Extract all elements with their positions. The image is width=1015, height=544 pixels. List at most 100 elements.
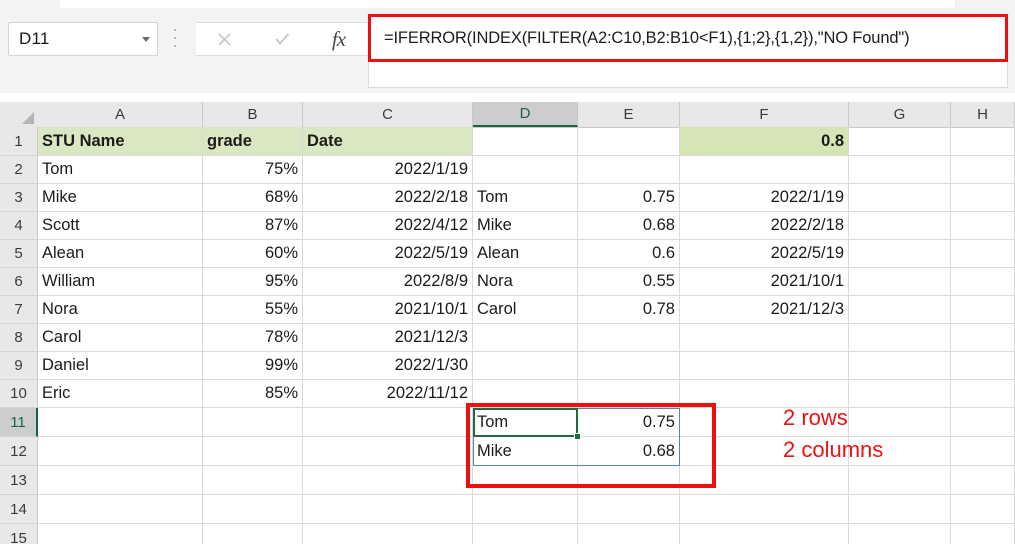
cell-H1[interactable] bbox=[951, 127, 1015, 156]
cell-E5[interactable]: 0.6 bbox=[578, 240, 680, 268]
cell-E12[interactable]: 0.68 bbox=[578, 437, 680, 466]
cell-A8[interactable]: Carol bbox=[38, 324, 203, 352]
row-header-15[interactable]: 15 bbox=[0, 524, 38, 544]
cell-C4[interactable]: 2022/4/12 bbox=[303, 212, 473, 240]
column-header-H[interactable]: H bbox=[951, 102, 1015, 127]
cell-D12[interactable]: Mike bbox=[473, 437, 578, 466]
formula-bar-grip[interactable] bbox=[172, 29, 178, 47]
cell-F9[interactable] bbox=[680, 352, 849, 380]
cell-C2[interactable]: 2022/1/19 bbox=[303, 156, 473, 184]
row-header-12[interactable]: 12 bbox=[0, 437, 38, 466]
cell-E13[interactable] bbox=[578, 466, 680, 495]
cell-C15[interactable] bbox=[303, 524, 473, 544]
row-header-14[interactable]: 14 bbox=[0, 495, 38, 524]
cell-C10[interactable]: 2022/11/12 bbox=[303, 380, 473, 408]
cell-A11[interactable] bbox=[38, 408, 203, 437]
cell-G8[interactable] bbox=[849, 324, 951, 352]
cell-A1[interactable]: STU Name bbox=[38, 127, 203, 156]
cell-H13[interactable] bbox=[951, 466, 1015, 495]
row-header-8[interactable]: 8 bbox=[0, 324, 38, 352]
cell-D7[interactable]: Carol bbox=[473, 296, 578, 324]
formula-input[interactable]: =IFERROR(INDEX(FILTER(A2:C10,B2:B10<F1),… bbox=[368, 14, 1008, 62]
cell-C1[interactable]: Date bbox=[303, 127, 473, 156]
cell-A10[interactable]: Eric bbox=[38, 380, 203, 408]
cell-D15[interactable] bbox=[473, 524, 578, 544]
column-header-G[interactable]: G bbox=[849, 102, 951, 127]
cell-H7[interactable] bbox=[951, 296, 1015, 324]
cell-A7[interactable]: Nora bbox=[38, 296, 203, 324]
cell-H14[interactable] bbox=[951, 495, 1015, 524]
row-header-10[interactable]: 10 bbox=[0, 380, 38, 408]
cell-A3[interactable]: Mike bbox=[38, 184, 203, 212]
cell-E2[interactable] bbox=[578, 156, 680, 184]
fx-icon[interactable]: fx bbox=[310, 24, 367, 54]
cell-H12[interactable] bbox=[951, 437, 1015, 466]
cell-G7[interactable] bbox=[849, 296, 951, 324]
cell-F8[interactable] bbox=[680, 324, 849, 352]
cell-H11[interactable] bbox=[951, 408, 1015, 437]
cell-B13[interactable] bbox=[203, 466, 303, 495]
check-icon[interactable] bbox=[253, 24, 310, 54]
row-header-1[interactable]: 1 bbox=[0, 127, 38, 156]
cell-A9[interactable]: Daniel bbox=[38, 352, 203, 380]
cell-D10[interactable] bbox=[473, 380, 578, 408]
cell-G5[interactable] bbox=[849, 240, 951, 268]
cell-H4[interactable] bbox=[951, 212, 1015, 240]
row-header-9[interactable]: 9 bbox=[0, 352, 38, 380]
cell-E11[interactable]: 0.75 bbox=[578, 408, 680, 437]
cell-D3[interactable]: Tom bbox=[473, 184, 578, 212]
cell-D14[interactable] bbox=[473, 495, 578, 524]
cell-B10[interactable]: 85% bbox=[203, 380, 303, 408]
cell-C11[interactable] bbox=[303, 408, 473, 437]
cell-E14[interactable] bbox=[578, 495, 680, 524]
select-all-corner[interactable] bbox=[0, 102, 39, 127]
cell-H15[interactable] bbox=[951, 524, 1015, 544]
cell-D6[interactable]: Nora bbox=[473, 268, 578, 296]
cell-A14[interactable] bbox=[38, 495, 203, 524]
row-header-4[interactable]: 4 bbox=[0, 212, 38, 240]
cell-C9[interactable]: 2022/1/30 bbox=[303, 352, 473, 380]
cell-A6[interactable]: William bbox=[38, 268, 203, 296]
cell-A15[interactable] bbox=[38, 524, 203, 544]
cell-E3[interactable]: 0.75 bbox=[578, 184, 680, 212]
cell-F2[interactable] bbox=[680, 156, 849, 184]
row-header-11[interactable]: 11 bbox=[0, 408, 38, 437]
cell-D5[interactable]: Alean bbox=[473, 240, 578, 268]
cell-area[interactable]: STU Name grade Date 0.8 Tom 75% 2022/1/1… bbox=[38, 127, 1015, 544]
cell-B1[interactable]: grade bbox=[203, 127, 303, 156]
cell-H5[interactable] bbox=[951, 240, 1015, 268]
cell-A12[interactable] bbox=[38, 437, 203, 466]
cell-B5[interactable]: 60% bbox=[203, 240, 303, 268]
cell-G6[interactable] bbox=[849, 268, 951, 296]
cell-G3[interactable] bbox=[849, 184, 951, 212]
row-header-5[interactable]: 5 bbox=[0, 240, 38, 268]
cell-G9[interactable] bbox=[849, 352, 951, 380]
cell-D1[interactable] bbox=[473, 127, 578, 156]
row-header-3[interactable]: 3 bbox=[0, 184, 38, 212]
cell-F13[interactable] bbox=[680, 466, 849, 495]
cell-B4[interactable]: 87% bbox=[203, 212, 303, 240]
cell-F15[interactable] bbox=[680, 524, 849, 544]
cell-B15[interactable] bbox=[203, 524, 303, 544]
cell-A2[interactable]: Tom bbox=[38, 156, 203, 184]
cell-E10[interactable] bbox=[578, 380, 680, 408]
row-header-2[interactable]: 2 bbox=[0, 156, 38, 184]
cell-D11[interactable]: Tom bbox=[473, 408, 578, 437]
cell-C5[interactable]: 2022/5/19 bbox=[303, 240, 473, 268]
cell-H3[interactable] bbox=[951, 184, 1015, 212]
cell-F7[interactable]: 2021/12/3 bbox=[680, 296, 849, 324]
cell-C12[interactable] bbox=[303, 437, 473, 466]
cell-B6[interactable]: 95% bbox=[203, 268, 303, 296]
cell-F4[interactable]: 2022/2/18 bbox=[680, 212, 849, 240]
cell-C8[interactable]: 2021/12/3 bbox=[303, 324, 473, 352]
cell-F3[interactable]: 2022/1/19 bbox=[680, 184, 849, 212]
column-header-B[interactable]: B bbox=[203, 102, 303, 127]
cell-G10[interactable] bbox=[849, 380, 951, 408]
column-header-C[interactable]: C bbox=[303, 102, 473, 127]
cell-F10[interactable] bbox=[680, 380, 849, 408]
cell-H6[interactable] bbox=[951, 268, 1015, 296]
column-header-D[interactable]: D bbox=[473, 102, 578, 127]
cancel-x-icon[interactable] bbox=[196, 24, 253, 54]
name-box[interactable]: D11 bbox=[8, 22, 158, 56]
column-header-F[interactable]: F bbox=[680, 102, 849, 127]
